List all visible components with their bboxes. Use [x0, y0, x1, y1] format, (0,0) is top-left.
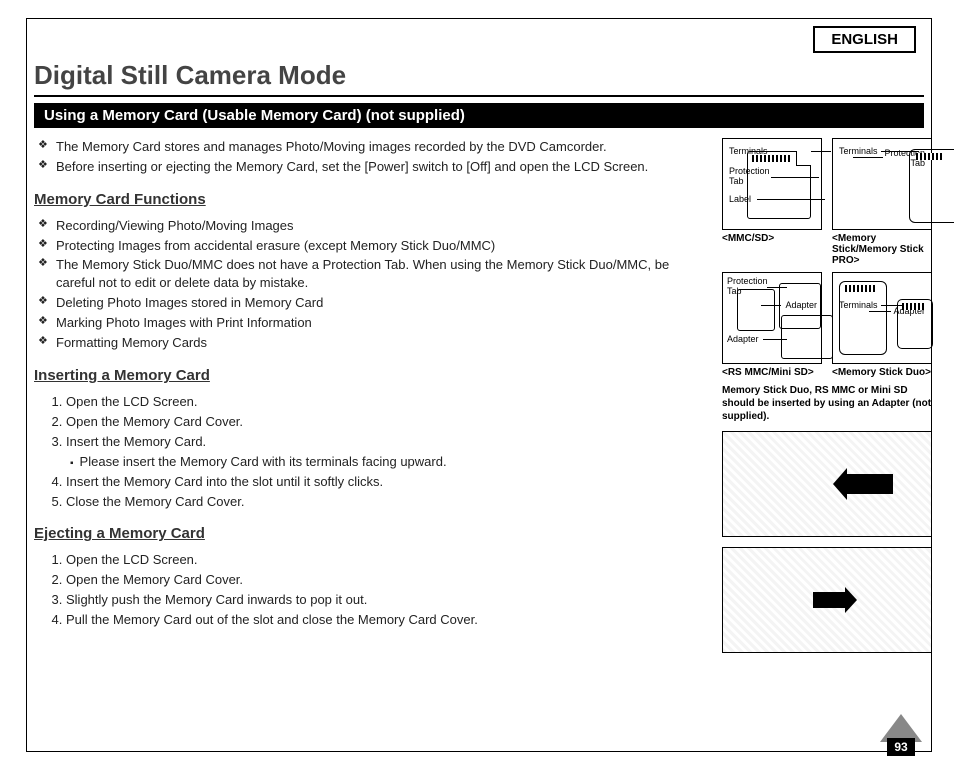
list-item: The Memory Stick Duo/MMC does not have a… — [34, 256, 706, 292]
step-text: Insert the Memory Card. — [66, 434, 206, 449]
eject-photo — [722, 547, 932, 653]
list-item: Please insert the Memory Card with its t… — [70, 453, 706, 471]
terminals-callout: Terminals — [839, 147, 878, 157]
lead-line — [853, 157, 883, 158]
insert-heading: Inserting a Memory Card — [34, 366, 706, 387]
mini-sd-icon — [737, 289, 775, 331]
ms-duo-diagram: Terminals Adapter — [832, 272, 932, 364]
terminal-strip-icon — [916, 153, 944, 160]
list-item: Open the LCD Screen. — [66, 551, 706, 569]
ms-pro-diagram: Terminals Protection Tab — [832, 138, 932, 230]
mmc-sd-diagram: Terminals Protection Tab Label — [722, 138, 822, 230]
terminal-strip-icon — [902, 303, 926, 310]
terminal-strip-icon — [752, 155, 792, 162]
list-item: Recording/Viewing Photo/Moving Images — [34, 217, 706, 235]
intro-list: The Memory Card stores and manages Photo… — [34, 138, 706, 176]
eject-steps: Open the LCD Screen. Open the Memory Car… — [34, 551, 706, 629]
sd-notch-icon — [796, 151, 811, 166]
mmc-sd-label: <MMC/SD> — [722, 233, 822, 244]
adapter-callout: Adapter — [727, 335, 759, 345]
rs-mini-label: <RS MMC/Mini SD> — [722, 367, 822, 378]
intro-item: Before inserting or ejecting the Memory … — [34, 158, 706, 176]
ms-duo-label: <Memory Stick Duo> — [832, 367, 932, 378]
list-item: Formatting Memory Cards — [34, 334, 706, 352]
functions-heading: Memory Card Functions — [34, 190, 706, 211]
adapter-icon — [839, 281, 887, 355]
list-item: Marking Photo Images with Print Informat… — [34, 314, 706, 332]
right-column: Terminals Protection Tab Label <MMC/SD> — [722, 138, 932, 663]
adapter-note: Memory Stick Duo, RS MMC or Mini SD shou… — [722, 384, 932, 423]
section-heading: Using a Memory Card (Usable Memory Card)… — [34, 103, 924, 128]
list-item: Protecting Images from accidental erasur… — [34, 237, 706, 255]
left-column: The Memory Card stores and manages Photo… — [34, 138, 706, 663]
insert-sublist: Please insert the Memory Card with its t… — [66, 453, 706, 471]
insert-arrow-icon — [847, 474, 893, 494]
list-item: Deleting Photo Images stored in Memory C… — [34, 294, 706, 312]
insert-steps: Open the LCD Screen. Open the Memory Car… — [34, 393, 706, 511]
adapter-icon — [781, 315, 833, 359]
list-item: Slightly push the Memory Card inwards to… — [66, 591, 706, 609]
page-title: Digital Still Camera Mode — [34, 60, 924, 91]
language-label: ENGLISH — [813, 26, 916, 53]
page-number: 93 — [880, 714, 922, 756]
ms-pro-figure: Terminals Protection Tab <Memory Stick/M… — [832, 138, 932, 266]
rs-mini-figure: Protection Tab Adapter Adapter <RS MMC/M… — [722, 272, 822, 378]
intro-item: The Memory Card stores and manages Photo… — [34, 138, 706, 156]
rs-mini-diagram: Protection Tab Adapter Adapter — [722, 272, 822, 364]
list-item: Close the Memory Card Cover. — [66, 493, 706, 511]
eject-heading: Ejecting a Memory Card — [34, 524, 706, 545]
eject-arrow-icon — [813, 592, 845, 608]
title-divider — [34, 95, 924, 97]
list-item: Open the LCD Screen. — [66, 393, 706, 411]
sd-card-icon — [747, 151, 811, 219]
ms-pro-label: <Memory Stick/Memory Stick PRO> — [832, 233, 932, 266]
list-item: Pull the Memory Card out of the slot and… — [66, 611, 706, 629]
list-item: Insert the Memory Card. Please insert th… — [66, 433, 706, 471]
list-item: Open the Memory Card Cover. — [66, 413, 706, 431]
memory-stick-icon — [909, 149, 954, 223]
functions-list: Recording/Viewing Photo/Moving Images Pr… — [34, 217, 706, 353]
mmc-sd-figure: Terminals Protection Tab Label <MMC/SD> — [722, 138, 822, 266]
ms-duo-figure: Terminals Adapter <Memory Stick Duo> — [832, 272, 932, 378]
list-item: Open the Memory Card Cover. — [66, 571, 706, 589]
ms-duo-icon — [897, 299, 933, 349]
page-number-value: 93 — [887, 738, 915, 756]
terminal-strip-icon — [845, 285, 877, 292]
list-item: Insert the Memory Card into the slot unt… — [66, 473, 706, 491]
insert-photo — [722, 431, 932, 537]
